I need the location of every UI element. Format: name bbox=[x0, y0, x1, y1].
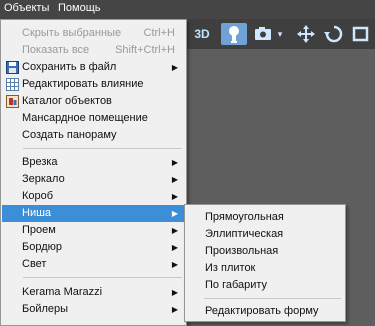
menu-item-label: Бордюр bbox=[22, 241, 62, 253]
menu-separator bbox=[23, 148, 182, 149]
submenu-arrow-icon: ▶ bbox=[171, 158, 178, 167]
shortcut-label: Ctrl+H bbox=[143, 27, 175, 39]
menu-item-label: Проем bbox=[22, 224, 56, 236]
menu-item-hide-selected[interactable]: Скрыть выбранные Ctrl+H bbox=[2, 25, 185, 42]
menubar-objects[interactable]: Объекты bbox=[4, 2, 49, 14]
submenu-arrow-icon: ▶ bbox=[171, 260, 178, 269]
submenu-item-rectangular[interactable]: Прямоугольная bbox=[186, 209, 344, 226]
frame-icon bbox=[352, 26, 369, 42]
niche-submenu: Прямоугольная Эллиптическая Произвольная… bbox=[184, 204, 346, 322]
shortcut-label: Shift+Ctrl+H bbox=[115, 44, 175, 56]
rotate-icon bbox=[324, 25, 343, 43]
menu-item-boilers[interactable]: Бойлеры ▶ bbox=[2, 301, 185, 318]
menu-item-label: Зеркало bbox=[22, 173, 65, 185]
menu-item-label: Мансардное помещение bbox=[22, 112, 148, 124]
menu-item-insert[interactable]: Врезка ▶ bbox=[2, 154, 185, 171]
menu-item-label: Редактировать влияние bbox=[22, 78, 144, 90]
submenu-arrow-icon: ▶ bbox=[171, 63, 178, 72]
menu-item-label: Ниша bbox=[22, 207, 52, 219]
fit-view-button[interactable] bbox=[350, 23, 372, 45]
menu-bar: Объекты Помощь bbox=[0, 0, 375, 19]
grid-icon bbox=[6, 78, 19, 91]
menu-item-label: Показать все bbox=[22, 44, 90, 56]
menubar-help[interactable]: Помощь bbox=[58, 2, 101, 14]
menu-separator bbox=[23, 277, 182, 278]
menu-item-edit-influence[interactable]: Редактировать влияние bbox=[2, 76, 185, 93]
menu-item-label: Врезка bbox=[22, 156, 58, 168]
submenu-arrow-icon: ▶ bbox=[171, 226, 178, 235]
menu-item-mirror[interactable]: Зеркало ▶ bbox=[2, 171, 185, 188]
objects-dropdown-menu: Скрыть выбранные Ctrl+H Показать все Shi… bbox=[0, 19, 187, 326]
submenu-arrow-icon: ▶ bbox=[171, 243, 178, 252]
submenu-item-from-tiles[interactable]: Из плиток bbox=[186, 260, 344, 277]
menu-item-box[interactable]: Короб ▶ bbox=[2, 188, 185, 205]
camera-icon bbox=[255, 27, 271, 40]
menu-item-label: Создать панораму bbox=[22, 129, 117, 141]
menu-item-object-catalog[interactable]: Каталог объектов bbox=[2, 93, 185, 110]
menu-item-show-all[interactable]: Показать все Shift+Ctrl+H bbox=[2, 42, 185, 59]
menu-item-light[interactable]: Свет ▶ bbox=[2, 256, 185, 273]
submenu-item-elliptical[interactable]: Эллиптическая bbox=[186, 226, 344, 243]
submenu-arrow-icon: ▶ bbox=[171, 209, 178, 218]
floppy-disk-icon bbox=[6, 61, 19, 74]
light-toggle-button[interactable] bbox=[221, 23, 247, 45]
lamp-icon bbox=[229, 26, 239, 43]
submenu-item-edit-shape[interactable]: Редактировать форму bbox=[186, 303, 344, 320]
menu-item-opening[interactable]: Проем ▶ bbox=[2, 222, 185, 239]
menu-item-label: Свет bbox=[22, 258, 47, 270]
menu-item-create-panorama[interactable]: Создать панораму bbox=[2, 127, 185, 144]
menu-item-attic-room[interactable]: Мансардное помещение bbox=[2, 110, 185, 127]
rotate-button[interactable] bbox=[323, 23, 345, 45]
menu-item-label: Сохранить в файл bbox=[22, 61, 117, 73]
view-3d-button[interactable]: 3D bbox=[191, 23, 213, 45]
camera-button[interactable] bbox=[252, 23, 274, 45]
menu-item-label: Kerama Marazzi bbox=[22, 286, 103, 298]
menu-item-label: Скрыть выбранные bbox=[22, 27, 122, 39]
move-button[interactable] bbox=[295, 23, 317, 45]
submenu-item-arbitrary[interactable]: Произвольная bbox=[186, 243, 344, 260]
menu-item-save-to-file[interactable]: Сохранить в файл ▶ bbox=[2, 59, 185, 76]
chevron-down-icon[interactable]: ▾ bbox=[275, 23, 285, 45]
menu-item-label: Каталог объектов bbox=[22, 95, 112, 107]
submenu-item-by-dimensions[interactable]: По габариту bbox=[186, 277, 344, 294]
submenu-arrow-icon: ▶ bbox=[171, 192, 178, 201]
submenu-arrow-icon: ▶ bbox=[171, 288, 178, 297]
menu-item-kerama-marazzi[interactable]: Kerama Marazzi ▶ bbox=[2, 284, 185, 301]
menu-item-label: Короб bbox=[22, 190, 54, 202]
menu-separator bbox=[204, 298, 341, 299]
move-arrows-icon bbox=[297, 25, 315, 43]
submenu-arrow-icon: ▶ bbox=[171, 305, 178, 314]
catalog-icon bbox=[6, 95, 19, 108]
menu-item-niche[interactable]: Ниша ▶ bbox=[2, 205, 185, 222]
menu-item-label: Бойлеры bbox=[22, 303, 69, 315]
menu-item-border[interactable]: Бордюр ▶ bbox=[2, 239, 185, 256]
submenu-arrow-icon: ▶ bbox=[171, 175, 178, 184]
